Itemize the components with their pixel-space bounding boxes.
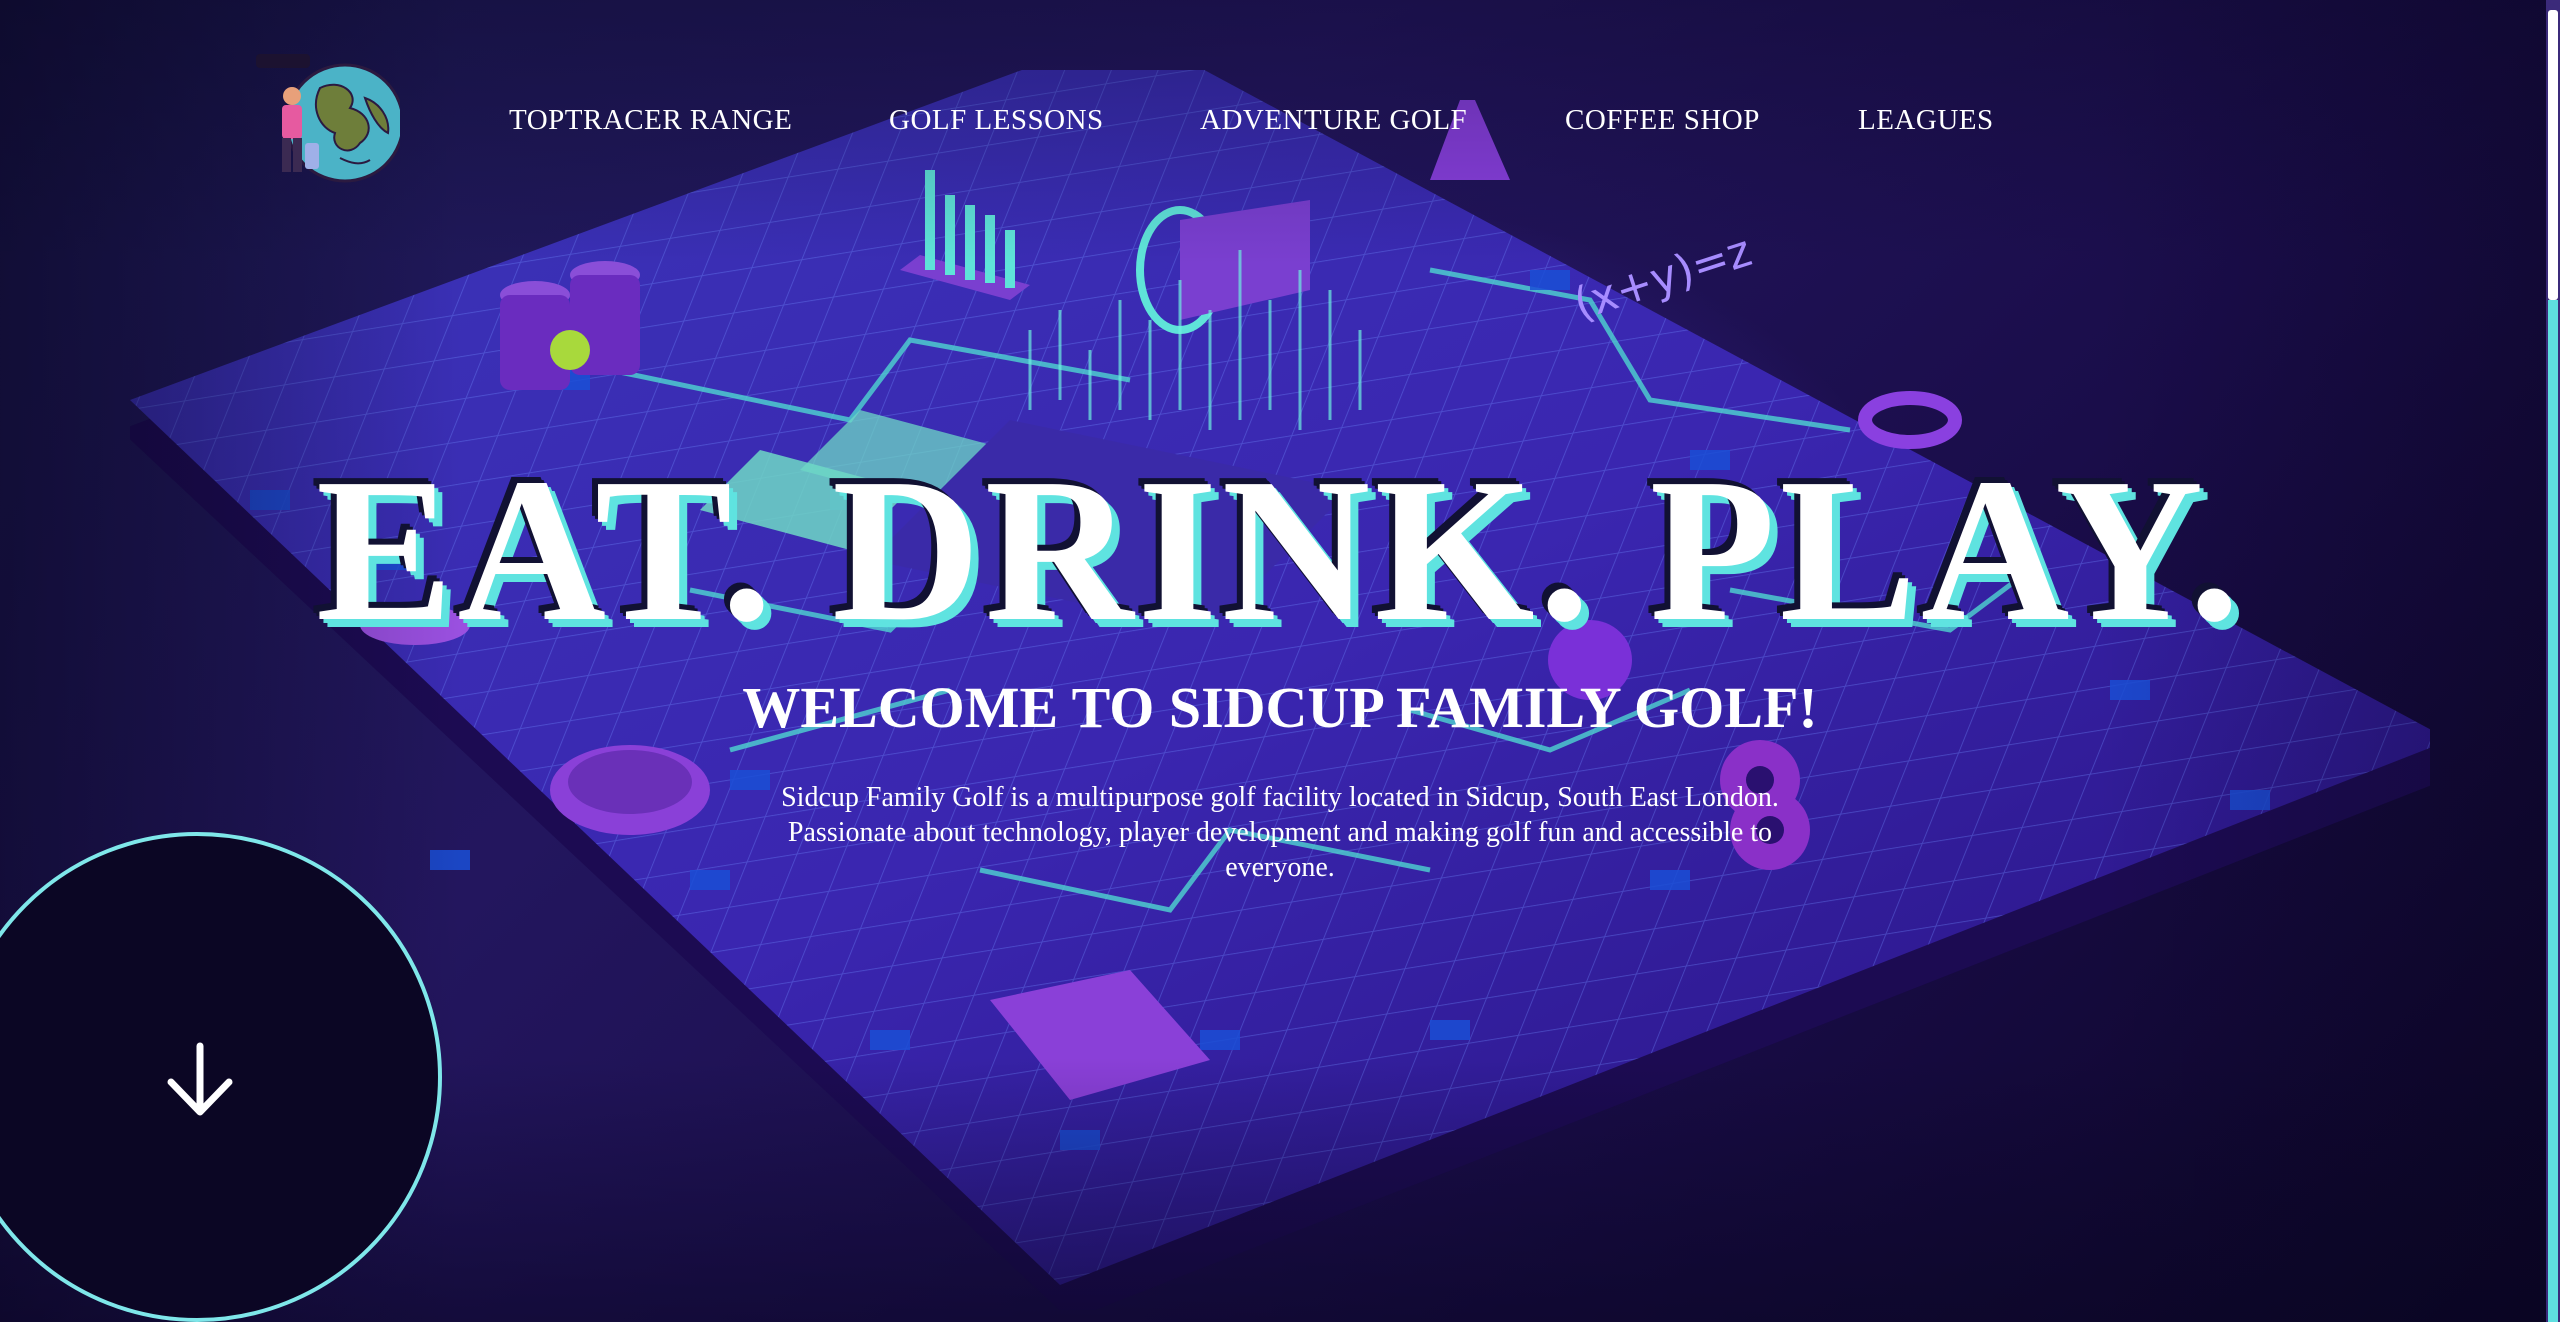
nav-link-adventure-golf[interactable]: ADVENTURE GOLF: [1200, 100, 1467, 140]
nav-link-coffee-shop[interactable]: COFFEE SHOP: [1565, 100, 1760, 140]
nav-link-toptracer-range[interactable]: TOPTRACER RANGE: [509, 100, 792, 140]
page: (x+y)=z TOPTRACER RANGE GOLF LESSONS ADV…: [0, 0, 2560, 1322]
hero-subtitle: WELCOME TO SIDCUP FAMILY GOLF!: [742, 675, 1818, 740]
arrow-down-icon: [167, 1042, 233, 1116]
hero-description: Sidcup Family Golf is a multipurpose gol…: [781, 782, 1779, 883]
scrollbar-thumb[interactable]: [2548, 10, 2558, 300]
nav-link-leagues[interactable]: LEAGUES: [1858, 100, 1994, 140]
hero-title: EAT. DRINK. PLAY.: [315, 435, 2245, 664]
scrollbar-accent: [2548, 300, 2558, 1322]
svg-text:(x+y)=z: (x+y)=z: [1568, 225, 1758, 330]
nav-link-golf-lessons[interactable]: GOLF LESSONS: [889, 100, 1104, 140]
main-nav: TOPTRACER RANGE GOLF LESSONS ADVENTURE G…: [0, 100, 2560, 140]
